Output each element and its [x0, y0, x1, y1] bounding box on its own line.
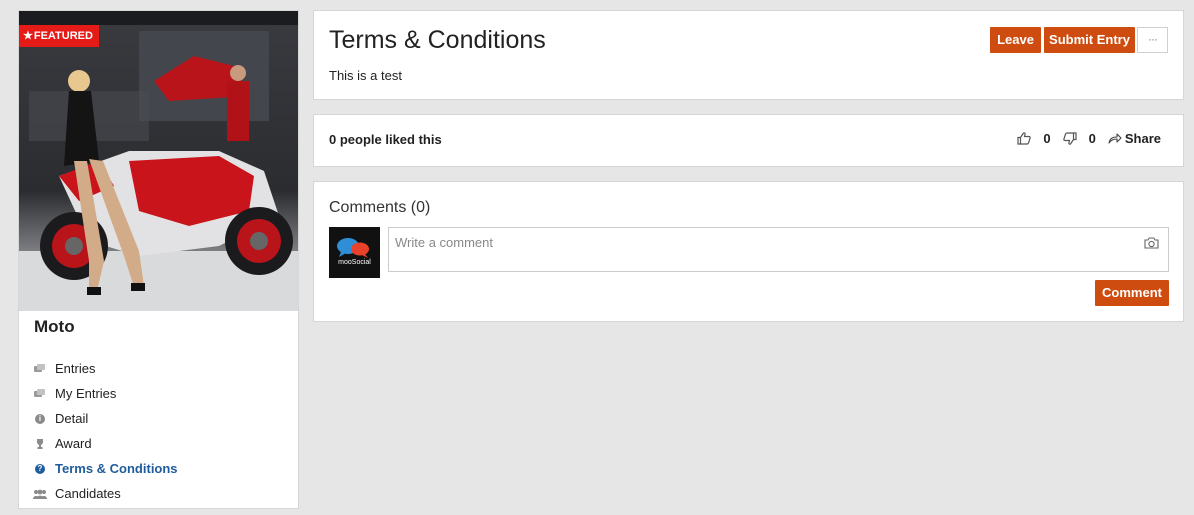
info-icon: i	[25, 413, 55, 424]
more-options-button[interactable]: ···	[1137, 27, 1168, 53]
menu-label-my-entries: My Entries	[55, 386, 117, 401]
comments-title: Comments (0)	[329, 199, 431, 216]
likes-bar: 0 people liked this 0 0 Share	[313, 114, 1184, 167]
comment-input[interactable]: Write a comment	[388, 227, 1169, 272]
menu-item-detail[interactable]: i Detail	[25, 406, 178, 431]
contest-sidebar: ★FEATURED Moto Entries My Entries i Deta…	[18, 10, 299, 509]
moosocial-logo-icon	[337, 238, 369, 258]
contest-cover-image[interactable]: ★FEATURED	[19, 11, 298, 311]
menu-label-detail: Detail	[55, 411, 89, 426]
menu-label-entries: Entries	[55, 361, 96, 376]
users-icon	[25, 489, 55, 499]
camera-icon[interactable]	[1144, 236, 1159, 254]
menu-item-my-entries[interactable]: My Entries	[25, 381, 178, 406]
star-icon: ★	[23, 30, 33, 42]
leave-button[interactable]: Leave	[990, 27, 1041, 53]
menu-item-terms[interactable]: ? Terms & Conditions	[25, 456, 178, 481]
contest-title: Moto	[34, 317, 75, 336]
question-icon: ?	[25, 463, 55, 474]
my-entries-icon	[25, 388, 55, 399]
thumbs-down-icon[interactable]	[1062, 132, 1077, 145]
likes-summary[interactable]: 0 people liked this	[329, 132, 442, 147]
menu-label-award: Award	[55, 436, 92, 451]
terms-card: Terms & Conditions This is a test Leave …	[313, 10, 1184, 100]
reactions: 0 0 Share	[1017, 131, 1161, 146]
avatar-label: mooSocial	[338, 259, 371, 266]
entries-icon	[25, 363, 55, 374]
share-label: Share	[1124, 131, 1161, 146]
comment-placeholder: Write a comment	[395, 235, 494, 250]
terms-description: This is a test	[329, 68, 402, 83]
menu-item-award[interactable]: Award	[25, 431, 178, 456]
trophy-icon	[25, 438, 55, 449]
menu-label-candidates: Candidates	[55, 486, 121, 501]
motorcycle-photo	[19, 11, 298, 311]
menu-item-candidates[interactable]: Candidates	[25, 481, 178, 506]
contest-menu: Entries My Entries i Detail Award ? Term…	[25, 356, 178, 506]
like-count: 0	[1043, 131, 1051, 146]
thumbs-up-icon[interactable]	[1017, 132, 1032, 145]
page-title: Terms & Conditions	[329, 26, 546, 54]
menu-item-entries[interactable]: Entries	[25, 356, 178, 381]
submit-entry-button[interactable]: Submit Entry	[1044, 27, 1135, 53]
featured-badge: ★FEATURED	[19, 25, 99, 47]
dislike-count: 0	[1088, 131, 1096, 146]
comment-submit-button[interactable]: Comment	[1095, 280, 1169, 306]
menu-label-terms: Terms & Conditions	[55, 461, 178, 476]
comments-card: Comments (0) mooSocial Write a comment C…	[313, 181, 1184, 322]
avatar: mooSocial	[329, 227, 380, 278]
share-arrow-icon	[1108, 133, 1122, 144]
share-button[interactable]: Share	[1108, 131, 1161, 146]
